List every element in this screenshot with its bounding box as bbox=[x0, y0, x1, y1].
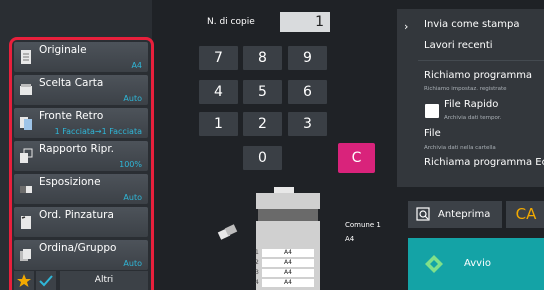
anteprima-button[interactable]: Anteprima bbox=[408, 201, 502, 228]
preview-icon bbox=[416, 207, 430, 221]
clear-button[interactable]: C bbox=[338, 143, 375, 173]
copies-input[interactable]: 1 bbox=[280, 12, 330, 32]
tray-size: A4 bbox=[284, 279, 292, 286]
tray-size: A4 bbox=[284, 259, 292, 266]
file-rapido-sub: Archivia dati tempor. bbox=[444, 115, 502, 121]
key-2[interactable]: 2 bbox=[243, 112, 282, 136]
key-7[interactable]: 7 bbox=[199, 46, 238, 70]
tray-3[interactable]: A4 bbox=[262, 269, 314, 277]
tray-size: A4 bbox=[284, 269, 292, 276]
key-1[interactable]: 1 bbox=[199, 112, 238, 136]
key-3[interactable]: 3 bbox=[288, 112, 327, 136]
key-8[interactable]: 8 bbox=[243, 46, 282, 70]
output-tray-size: A4 bbox=[345, 235, 355, 243]
start-diamond-icon bbox=[425, 255, 443, 273]
tray-number: 3 bbox=[255, 269, 259, 276]
output-tray-label: Comune 1 bbox=[345, 221, 381, 229]
tray-2[interactable]: A4 bbox=[262, 259, 314, 267]
tray-number: 2 bbox=[255, 259, 259, 266]
tray-number: 1 bbox=[255, 249, 259, 256]
tray-size: A4 bbox=[284, 249, 292, 256]
anteprima-label: Anteprima bbox=[438, 209, 491, 220]
output-tray-icon bbox=[217, 224, 238, 240]
key-5[interactable]: 5 bbox=[243, 80, 282, 104]
key-0[interactable]: 0 bbox=[243, 146, 282, 170]
file[interactable]: File bbox=[424, 128, 441, 139]
avvio-button[interactable]: Avvio bbox=[408, 238, 544, 290]
tray-1[interactable]: A4 bbox=[262, 249, 314, 257]
file-rapido[interactable]: File Rapido bbox=[444, 99, 498, 110]
file-rapido-checkbox[interactable] bbox=[425, 104, 439, 118]
key-4[interactable]: 4 bbox=[199, 80, 238, 104]
key-9[interactable]: 9 bbox=[288, 46, 327, 70]
richiamo-programma[interactable]: Richiamo programma bbox=[424, 70, 532, 81]
ca-button[interactable]: CA bbox=[506, 201, 544, 228]
key-6[interactable]: 6 bbox=[288, 80, 327, 104]
richiama-programma-eco[interactable]: Richiama programma Eco bbox=[424, 157, 544, 168]
tray-number: 4 bbox=[255, 279, 259, 286]
function-highlight-frame bbox=[9, 37, 154, 290]
file-sub: Archivia dati nella cartella bbox=[424, 145, 496, 151]
lavori-recenti[interactable]: Lavori recenti bbox=[424, 40, 493, 51]
invia-come-stampa[interactable]: Invia come stampa bbox=[424, 19, 519, 30]
richiamo-programma-sub: Richiamo impostaz. registrate bbox=[424, 86, 507, 92]
copies-label: N. di copie bbox=[207, 17, 255, 27]
chevron-right-icon[interactable]: › bbox=[404, 20, 408, 33]
divider bbox=[418, 60, 544, 61]
tray-4[interactable]: A4 bbox=[262, 279, 314, 287]
avvio-label: Avvio bbox=[464, 258, 491, 269]
